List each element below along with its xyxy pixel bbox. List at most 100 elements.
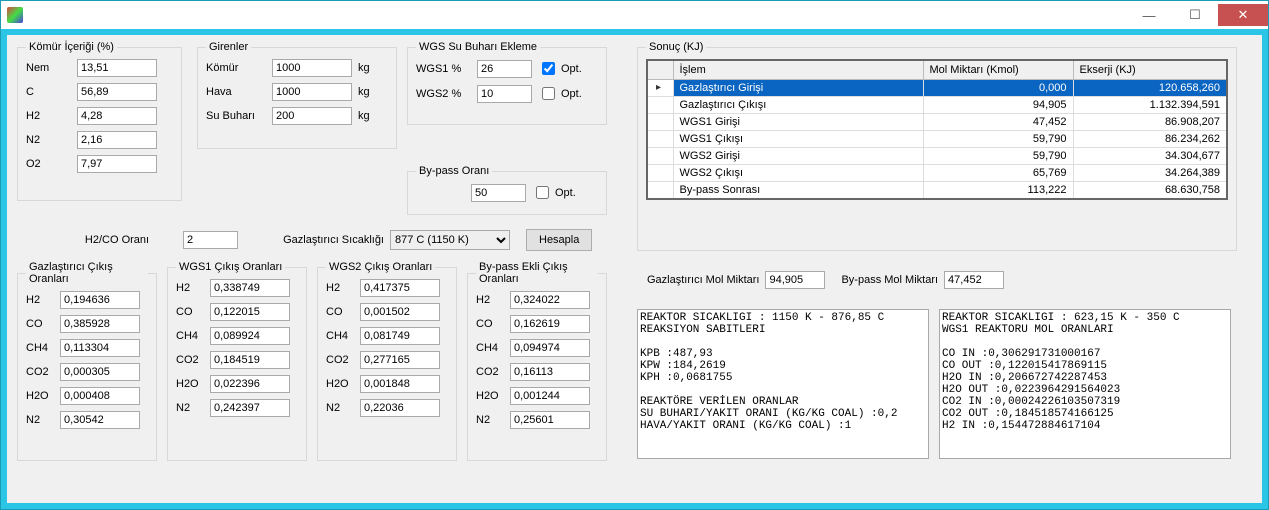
bypass-input[interactable] — [471, 184, 526, 202]
n2-input[interactable] — [77, 131, 157, 149]
cell-islem[interactable]: WGS2 Çıkışı — [673, 165, 923, 182]
bpe-h2[interactable] — [510, 291, 590, 309]
gcikis-h2o[interactable] — [60, 387, 140, 405]
wgs1-n2[interactable] — [210, 399, 290, 417]
minimize-button[interactable]: — — [1126, 4, 1172, 26]
col-islem[interactable]: İşlem — [673, 60, 923, 80]
row-selector[interactable] — [647, 97, 673, 114]
gcikis-n2[interactable] — [60, 411, 140, 429]
wgs1-opt-label: Opt. — [561, 63, 582, 75]
bpe-ch4[interactable] — [510, 339, 590, 357]
bpe-n2[interactable] — [510, 411, 590, 429]
cell-mol[interactable]: 113,222 — [923, 182, 1073, 200]
cell-islem[interactable]: Gazlaştırıcı Çıkışı — [673, 97, 923, 114]
wgs1-input[interactable] — [477, 60, 532, 78]
row-selector[interactable] — [647, 131, 673, 148]
table-row[interactable]: WGS2 Girişi59,79034.304,677 — [647, 148, 1227, 165]
cell-ekserji[interactable]: 120.658,260 — [1073, 80, 1227, 97]
col-mol[interactable]: Mol Miktarı (Kmol) — [923, 60, 1073, 80]
wgs1-h2[interactable] — [210, 279, 290, 297]
wgs2-n2[interactable] — [360, 399, 440, 417]
nem-input[interactable] — [77, 59, 157, 77]
row-selector[interactable] — [647, 182, 673, 200]
gir-hava-label: Hava — [206, 86, 266, 98]
table-row[interactable]: WGS1 Çıkışı59,79086.234,262 — [647, 131, 1227, 148]
row-selector[interactable] — [647, 80, 673, 97]
wgs2-co2-label: CO2 — [326, 354, 354, 366]
wgs2-h2[interactable] — [360, 279, 440, 297]
cell-mol[interactable]: 0,000 — [923, 80, 1073, 97]
cell-ekserji[interactable]: 34.264,389 — [1073, 165, 1227, 182]
gir-komur-input[interactable] — [272, 59, 352, 77]
cell-ekserji[interactable]: 1.132.394,591 — [1073, 97, 1227, 114]
hesapla-button[interactable]: Hesapla — [526, 229, 592, 251]
wgs2-n2-label: N2 — [326, 402, 354, 414]
table-row[interactable]: WGS1 Girişi47,45286.908,207 — [647, 114, 1227, 131]
table-row[interactable]: Gazlaştırıcı Girişi0,000120.658,260 — [647, 80, 1227, 97]
maximize-button[interactable]: ☐ — [1172, 4, 1218, 26]
cell-islem[interactable]: By-pass Sonrası — [673, 182, 923, 200]
wgs2-input[interactable] — [477, 85, 532, 103]
wgs2-ch4[interactable] — [360, 327, 440, 345]
cell-islem[interactable]: WGS2 Girişi — [673, 148, 923, 165]
h2-input[interactable] — [77, 107, 157, 125]
titlebar: — ☐ ✕ — [1, 1, 1268, 29]
cell-ekserji[interactable]: 86.234,262 — [1073, 131, 1227, 148]
wgs2-opt-check[interactable] — [542, 87, 555, 100]
o2-input[interactable] — [77, 155, 157, 173]
nem-label: Nem — [26, 62, 71, 74]
table-row[interactable]: WGS2 Çıkışı65,76934.264,389 — [647, 165, 1227, 182]
row-selector[interactable] — [647, 148, 673, 165]
wgs1-co[interactable] — [210, 303, 290, 321]
cell-mol[interactable]: 94,905 — [923, 97, 1073, 114]
row-selector[interactable] — [647, 165, 673, 182]
cell-islem[interactable]: WGS1 Girişi — [673, 114, 923, 131]
h2co-input[interactable] — [183, 231, 238, 249]
cell-mol[interactable]: 65,769 — [923, 165, 1073, 182]
c-input[interactable] — [77, 83, 157, 101]
wgs1-h2-label: H2 — [176, 282, 204, 294]
temp-select[interactable]: 877 C (1150 K) — [390, 230, 510, 250]
log1-textarea[interactable] — [637, 309, 929, 459]
bpe-co2[interactable] — [510, 363, 590, 381]
bpmol-input[interactable] — [944, 271, 1004, 289]
o2-label: O2 — [26, 158, 71, 170]
cell-ekserji[interactable]: 68.630,758 — [1073, 182, 1227, 200]
wgs2-h2o[interactable] — [360, 375, 440, 393]
cell-mol[interactable]: 59,790 — [923, 131, 1073, 148]
wgs2-co2[interactable] — [360, 351, 440, 369]
wgs1-co2-label: CO2 — [176, 354, 204, 366]
cell-ekserji[interactable]: 34.304,677 — [1073, 148, 1227, 165]
gmol-input[interactable] — [765, 271, 825, 289]
gcikis-ch4[interactable] — [60, 339, 140, 357]
cell-ekserji[interactable]: 86.908,207 — [1073, 114, 1227, 131]
cell-mol[interactable]: 47,452 — [923, 114, 1073, 131]
wgs1-co-label: CO — [176, 306, 204, 318]
row-selector[interactable] — [647, 114, 673, 131]
table-row[interactable]: Gazlaştırıcı Çıkışı94,9051.132.394,591 — [647, 97, 1227, 114]
wgs1-label: WGS1 % — [416, 63, 471, 75]
cell-mol[interactable]: 59,790 — [923, 148, 1073, 165]
log2-textarea[interactable] — [939, 309, 1231, 459]
col-ekserji[interactable]: Ekserji (KJ) — [1073, 60, 1227, 80]
gcikis-co[interactable] — [60, 315, 140, 333]
gir-hava-input[interactable] — [272, 83, 352, 101]
wgs1-h2o[interactable] — [210, 375, 290, 393]
bypass-group: By-pass Oranı Opt. — [407, 165, 607, 215]
bpe-h2o[interactable] — [510, 387, 590, 405]
wgs1-opt-check[interactable] — [542, 62, 555, 75]
gcikis-h2[interactable] — [60, 291, 140, 309]
wgs1-co2[interactable] — [210, 351, 290, 369]
bypass-opt-check[interactable] — [536, 186, 549, 199]
table-row[interactable]: By-pass Sonrası113,22268.630,758 — [647, 182, 1227, 200]
gcikis-n2-label: N2 — [26, 414, 54, 426]
close-button[interactable]: ✕ — [1218, 4, 1268, 26]
sonuc-grid[interactable]: İşlem Mol Miktarı (Kmol) Ekserji (KJ) Ga… — [646, 59, 1228, 200]
gir-subuhari-input[interactable] — [272, 107, 352, 125]
gcikis-co2[interactable] — [60, 363, 140, 381]
cell-islem[interactable]: Gazlaştırıcı Girişi — [673, 80, 923, 97]
cell-islem[interactable]: WGS1 Çıkışı — [673, 131, 923, 148]
wgs2-co[interactable] — [360, 303, 440, 321]
wgs1-ch4[interactable] — [210, 327, 290, 345]
bpe-co[interactable] — [510, 315, 590, 333]
